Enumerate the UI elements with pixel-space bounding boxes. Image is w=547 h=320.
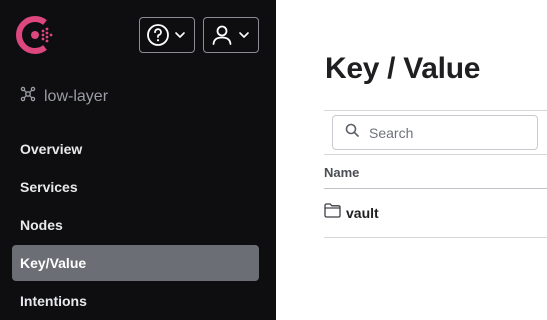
- sidebar-item-intentions[interactable]: Intentions: [12, 283, 259, 319]
- chevron-down-icon: [174, 29, 186, 41]
- page-title: Key / Value: [325, 52, 481, 85]
- divider: [324, 154, 547, 155]
- datacenter-icon: [19, 85, 44, 108]
- sidebar-item-nodes[interactable]: Nodes: [12, 207, 259, 243]
- sidebar: low-layer Overview Services Nodes Key/Va…: [0, 0, 276, 320]
- sidebar-item-label: Intentions: [20, 293, 87, 309]
- divider: [324, 110, 547, 111]
- sidebar-item-label: Services: [20, 179, 78, 195]
- search-input[interactable]: [369, 124, 519, 141]
- sidebar-item-services[interactable]: Services: [12, 169, 259, 205]
- table-row[interactable]: vault: [324, 189, 547, 237]
- sidebar-item-overview[interactable]: Overview: [12, 131, 259, 167]
- consul-logo-icon[interactable]: [16, 15, 56, 55]
- sidebar-item-key-value[interactable]: Key/Value: [12, 245, 259, 281]
- datacenter-selector[interactable]: low-layer: [19, 85, 108, 108]
- column-header-name: Name: [324, 165, 360, 180]
- help-menu-button[interactable]: [139, 17, 195, 53]
- user-menu-button[interactable]: [203, 17, 259, 53]
- datacenter-label: low-layer: [44, 87, 109, 105]
- user-icon: [210, 23, 234, 47]
- sidebar-item-label: Key/Value: [20, 255, 87, 271]
- search-box[interactable]: [332, 115, 538, 150]
- help-circle-icon: [146, 23, 170, 47]
- chevron-down-icon: [238, 29, 250, 41]
- main-content: Key / Value Name vault: [276, 0, 547, 320]
- row-name: vault: [346, 205, 379, 221]
- sidebar-item-label: Overview: [20, 141, 83, 157]
- divider: [324, 237, 547, 238]
- sidebar-item-label: Nodes: [20, 217, 63, 233]
- folder-icon: [324, 203, 346, 223]
- search-icon: [345, 123, 369, 142]
